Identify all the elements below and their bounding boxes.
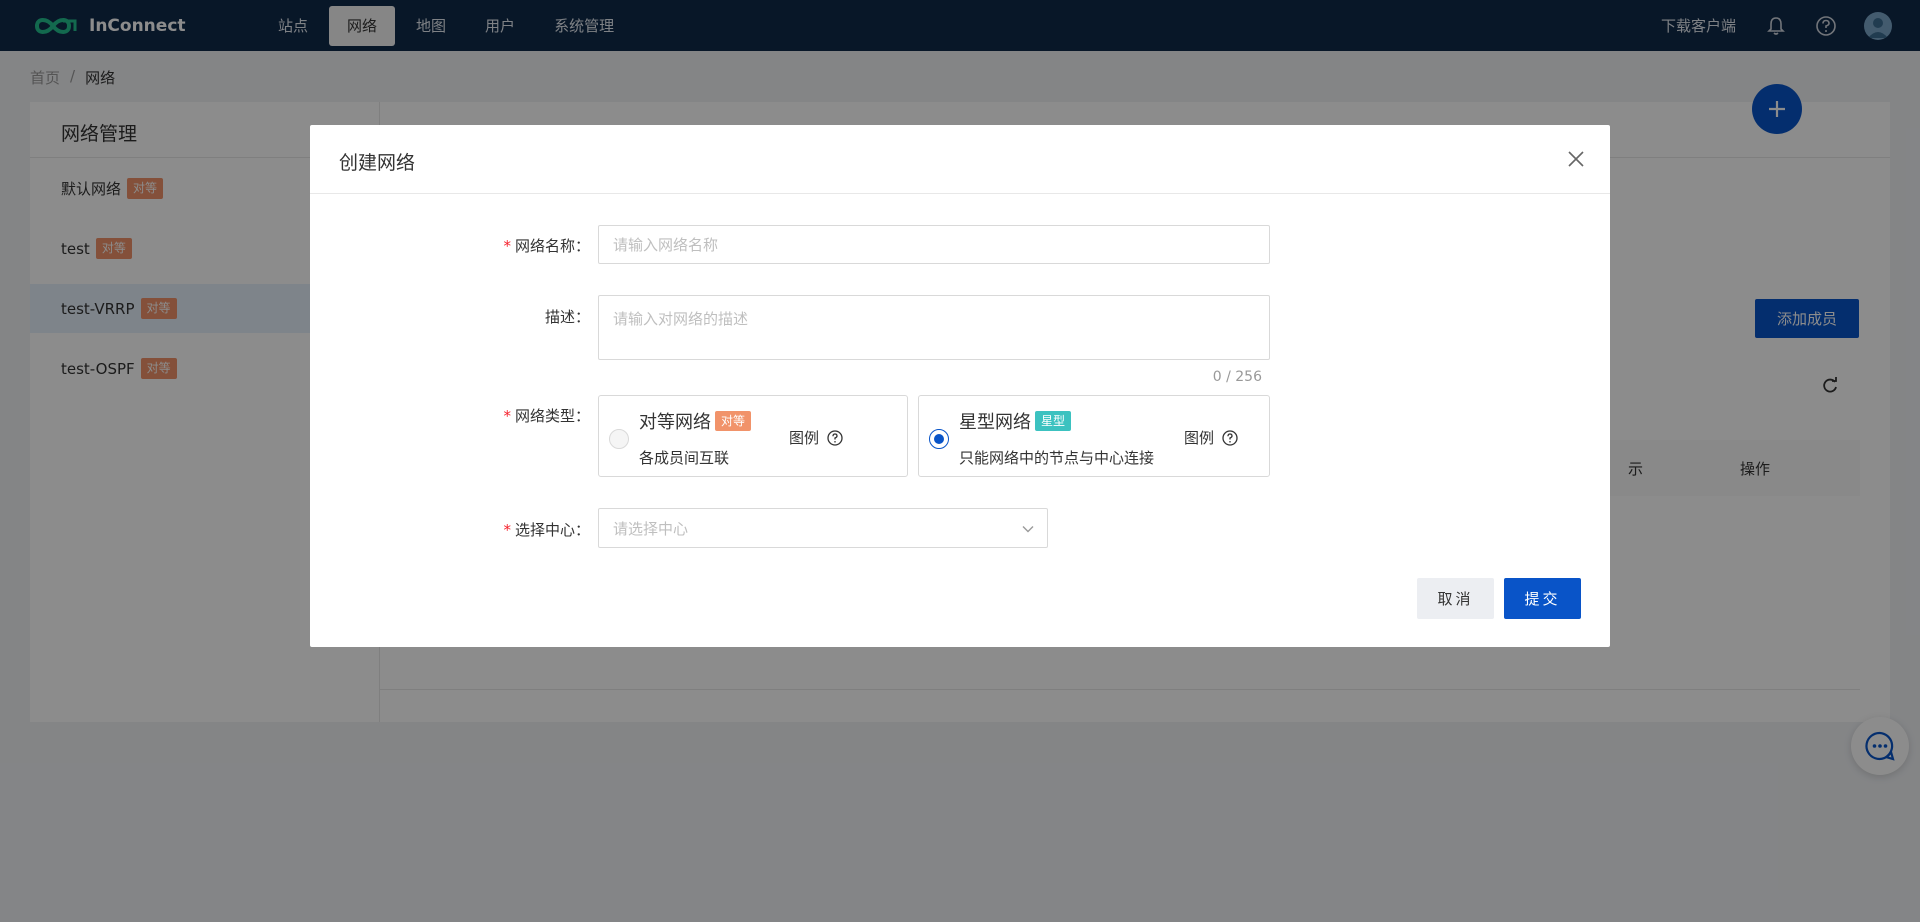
close-icon[interactable]	[1566, 149, 1586, 169]
star-type-name: 星型网络 星型	[959, 408, 1072, 434]
description-label-text: 描述	[544, 308, 575, 326]
description-label: 描述：	[544, 308, 590, 326]
star-radio[interactable]	[929, 429, 949, 449]
peer-type-name: 对等网络 对等	[639, 408, 752, 434]
required-mark: *	[503, 237, 511, 255]
star-tag: 星型	[1035, 410, 1072, 432]
peer-tag: 对等	[715, 410, 752, 432]
create-network-modal: 创建网络 * 网络名称： 请输入网络名称 描述： 请输入对网络的描述 0 / 25…	[310, 125, 1610, 647]
network-type-label: * 网络类型：	[503, 407, 590, 425]
center-select[interactable]: 请选择中心	[598, 508, 1048, 548]
description-placeholder: 请输入对网络的描述	[613, 310, 749, 328]
star-type-desc: 只能网络中的节点与中心连接	[959, 449, 1155, 467]
required-mark: *	[503, 521, 511, 539]
submit-button[interactable]: 提交	[1504, 578, 1581, 619]
center-label-text: 选择中心	[514, 521, 575, 539]
peer-radio[interactable]	[609, 429, 629, 449]
question-icon	[827, 429, 843, 446]
question-icon	[1222, 429, 1238, 446]
star-type-title: 星型网络	[959, 412, 1031, 433]
peer-type-desc: 各成员间互联	[639, 449, 730, 467]
network-name-input[interactable]: 请输入网络名称	[598, 225, 1270, 264]
chevron-down-icon	[1022, 526, 1034, 533]
peer-legend[interactable]: 图例	[789, 427, 843, 448]
description-char-counter: 0 / 256	[1212, 369, 1262, 385]
peer-legend-label: 图例	[789, 429, 820, 447]
modal-header: 创建网络	[310, 125, 1610, 194]
network-name-label: * 网络名称：	[503, 237, 590, 255]
network-name-label-text: 网络名称	[514, 237, 575, 255]
cancel-button[interactable]: 取消	[1417, 578, 1494, 619]
center-select-placeholder: 请选择中心	[613, 519, 689, 538]
star-legend[interactable]: 图例	[1184, 427, 1238, 448]
star-legend-label: 图例	[1184, 429, 1215, 447]
required-mark: *	[503, 407, 511, 425]
network-type-option-star[interactable]: 星型网络 星型 只能网络中的节点与中心连接 图例	[918, 395, 1270, 477]
network-type-label-text: 网络类型	[514, 407, 575, 425]
network-name-placeholder: 请输入网络名称	[613, 236, 719, 254]
network-type-option-peer[interactable]: 对等网络 对等 各成员间互联 图例	[598, 395, 908, 477]
peer-type-title: 对等网络	[639, 412, 711, 433]
modal-title: 创建网络	[339, 152, 416, 174]
description-textarea[interactable]: 请输入对网络的描述	[598, 295, 1270, 360]
center-label: * 选择中心：	[503, 521, 590, 539]
